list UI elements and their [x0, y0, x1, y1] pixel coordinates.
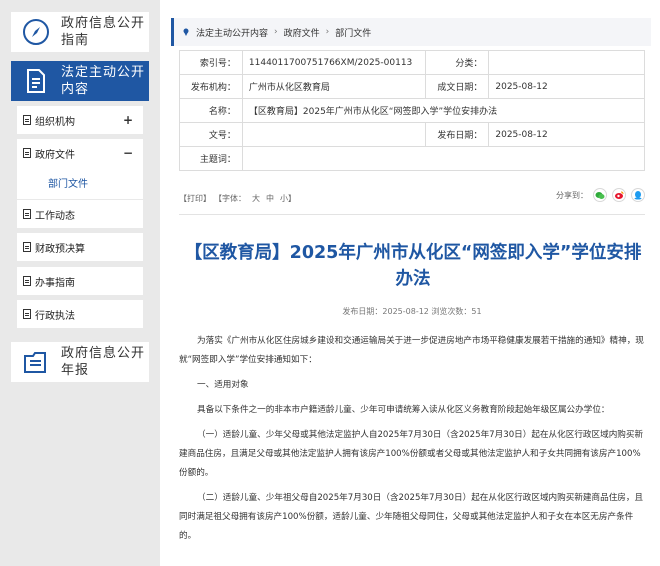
name-label: 名称：	[179, 98, 243, 123]
font-medium-button[interactable]: 中	[266, 193, 274, 204]
main-content: 法定主动公开内容 › 政府文件 › 部门文件 索引号： 114401170075…	[171, 0, 660, 566]
paragraph: 为落实《广州市从化区住房城乡建设和交通运输局关于进一步促进房地产市场平稳健康发展…	[179, 336, 644, 365]
article-body: 为落实《广州市从化区住房城乡建设和交通运输局关于进一步促进房地产市场平稳健康发展…	[179, 332, 645, 552]
created-date-value: 2025-08-12	[488, 74, 645, 99]
collapse-icon[interactable]: −	[123, 146, 133, 160]
location-pin-icon	[183, 28, 189, 36]
section-heading: 一、适用对象	[197, 380, 249, 390]
left-sidebar: 政府信息公开指南 法定主动公开内容 组织机构 + 政府文件 − 部门文件 工作动…	[0, 0, 160, 566]
article-title: 【区教育局】2025年广州市从化区“网签即入学”学位安排办法	[184, 243, 642, 289]
doc-number-label: 文号：	[179, 122, 243, 147]
print-button[interactable]: 【打印】	[179, 193, 211, 204]
index-label: 索引号：	[179, 50, 243, 75]
breadcrumb: 法定主动公开内容 › 政府文件 › 部门文件	[171, 18, 651, 46]
sidebar-subitem-dept-docs[interactable]: 部门文件	[48, 175, 88, 190]
annual-report-card[interactable]: 政府信息公开年报	[11, 342, 149, 382]
folder-document-icon	[11, 348, 61, 376]
expand-icon[interactable]: +	[123, 113, 133, 127]
sidebar-item-label: 财政预决算	[35, 243, 85, 255]
published-date-value: 2025-08-12	[488, 122, 645, 147]
gov-info-guide-label: 政府信息公开指南	[61, 16, 146, 48]
wechat-icon[interactable]	[593, 188, 607, 202]
sidebar-item-label: 行政执法	[35, 310, 75, 322]
doc-icon	[23, 242, 31, 252]
breadcrumb-item[interactable]: 部门文件	[335, 26, 371, 39]
doc-number-value	[241, 122, 427, 147]
breadcrumb-item[interactable]: 法定主动公开内容	[196, 26, 268, 39]
doc-icon	[23, 209, 31, 219]
share-group: 分享到：	[556, 188, 645, 202]
paragraph: 具备以下条件之一的非本市户籍适龄儿童、少年可申请统筹入读从化区义务教育阶段起始年…	[197, 405, 610, 415]
sidebar-item-work-updates[interactable]: 工作动态	[17, 200, 143, 228]
published-date-label: 发布日期：	[425, 122, 490, 147]
compass-icon	[11, 17, 61, 47]
document-icon	[11, 67, 61, 95]
document-meta-table: 索引号： 1144011700751766XM/2025-00113 分类： 发…	[179, 50, 646, 171]
category-label: 分类：	[425, 50, 490, 75]
publish-info: 发布日期：2025-08-12 浏览次数：51	[342, 307, 482, 316]
sidebar-item-law-enforcement[interactable]: 行政执法	[17, 300, 143, 328]
issuer-value: 广州市从化区教育局	[241, 74, 427, 99]
sidebar-item-service-guide[interactable]: 办事指南	[17, 267, 143, 295]
breadcrumb-item[interactable]: 政府文件	[284, 26, 320, 39]
divider	[179, 214, 645, 215]
doc-icon	[23, 115, 31, 125]
sidebar-item-label: 工作动态	[35, 210, 75, 222]
subject-value	[241, 146, 646, 171]
sidebar-item-organization[interactable]: 组织机构 +	[17, 106, 143, 134]
sidebar-item-gov-docs[interactable]: 政府文件 −	[17, 139, 143, 167]
font-small-button[interactable]: 小】	[280, 193, 296, 204]
subject-label: 主题词：	[179, 146, 243, 171]
name-value: 【区教育局】2025年广州市从化区“网签即入学”学位安排办法	[241, 98, 646, 123]
tool-bar: 【打印】 【字体： 大 中 小】 分享到：	[179, 188, 645, 208]
sidebar-item-label: 政府文件	[35, 149, 75, 161]
statutory-disclosure-card[interactable]: 法定主动公开内容	[11, 61, 149, 101]
share-label: 分享到：	[556, 190, 588, 200]
qq-icon[interactable]	[631, 188, 645, 202]
doc-icon	[23, 148, 31, 158]
category-value	[488, 50, 645, 75]
sidebar-item-label: 办事指南	[35, 277, 75, 289]
paragraph: （二）适龄儿童、少年祖父母自2025年7月30日（含2025年7月30日）起在从…	[179, 493, 644, 541]
issuer-label: 发布机构：	[179, 74, 243, 99]
sidebar-item-budget[interactable]: 财政预决算	[17, 233, 143, 261]
font-large-button[interactable]: 大	[252, 193, 260, 204]
created-date-label: 成文日期：	[425, 74, 490, 99]
chevron-right-icon: ›	[274, 27, 278, 37]
weibo-icon[interactable]	[612, 188, 626, 202]
chevron-right-icon: ›	[325, 27, 330, 37]
doc-icon	[23, 276, 31, 286]
gov-info-guide-card[interactable]: 政府信息公开指南	[11, 12, 149, 52]
index-value: 1144011700751766XM/2025-00113	[241, 50, 427, 75]
sidebar-item-label: 组织机构	[35, 116, 75, 128]
doc-icon	[23, 309, 31, 319]
annual-report-label: 政府信息公开年报	[61, 346, 146, 378]
paragraph: （一）适龄儿童、少年父母或其他法定监护人自2025年7月30日（含2025年7月…	[179, 430, 644, 478]
font-size-label: 【字体：	[214, 193, 246, 203]
statutory-disclosure-label: 法定主动公开内容	[61, 65, 146, 97]
